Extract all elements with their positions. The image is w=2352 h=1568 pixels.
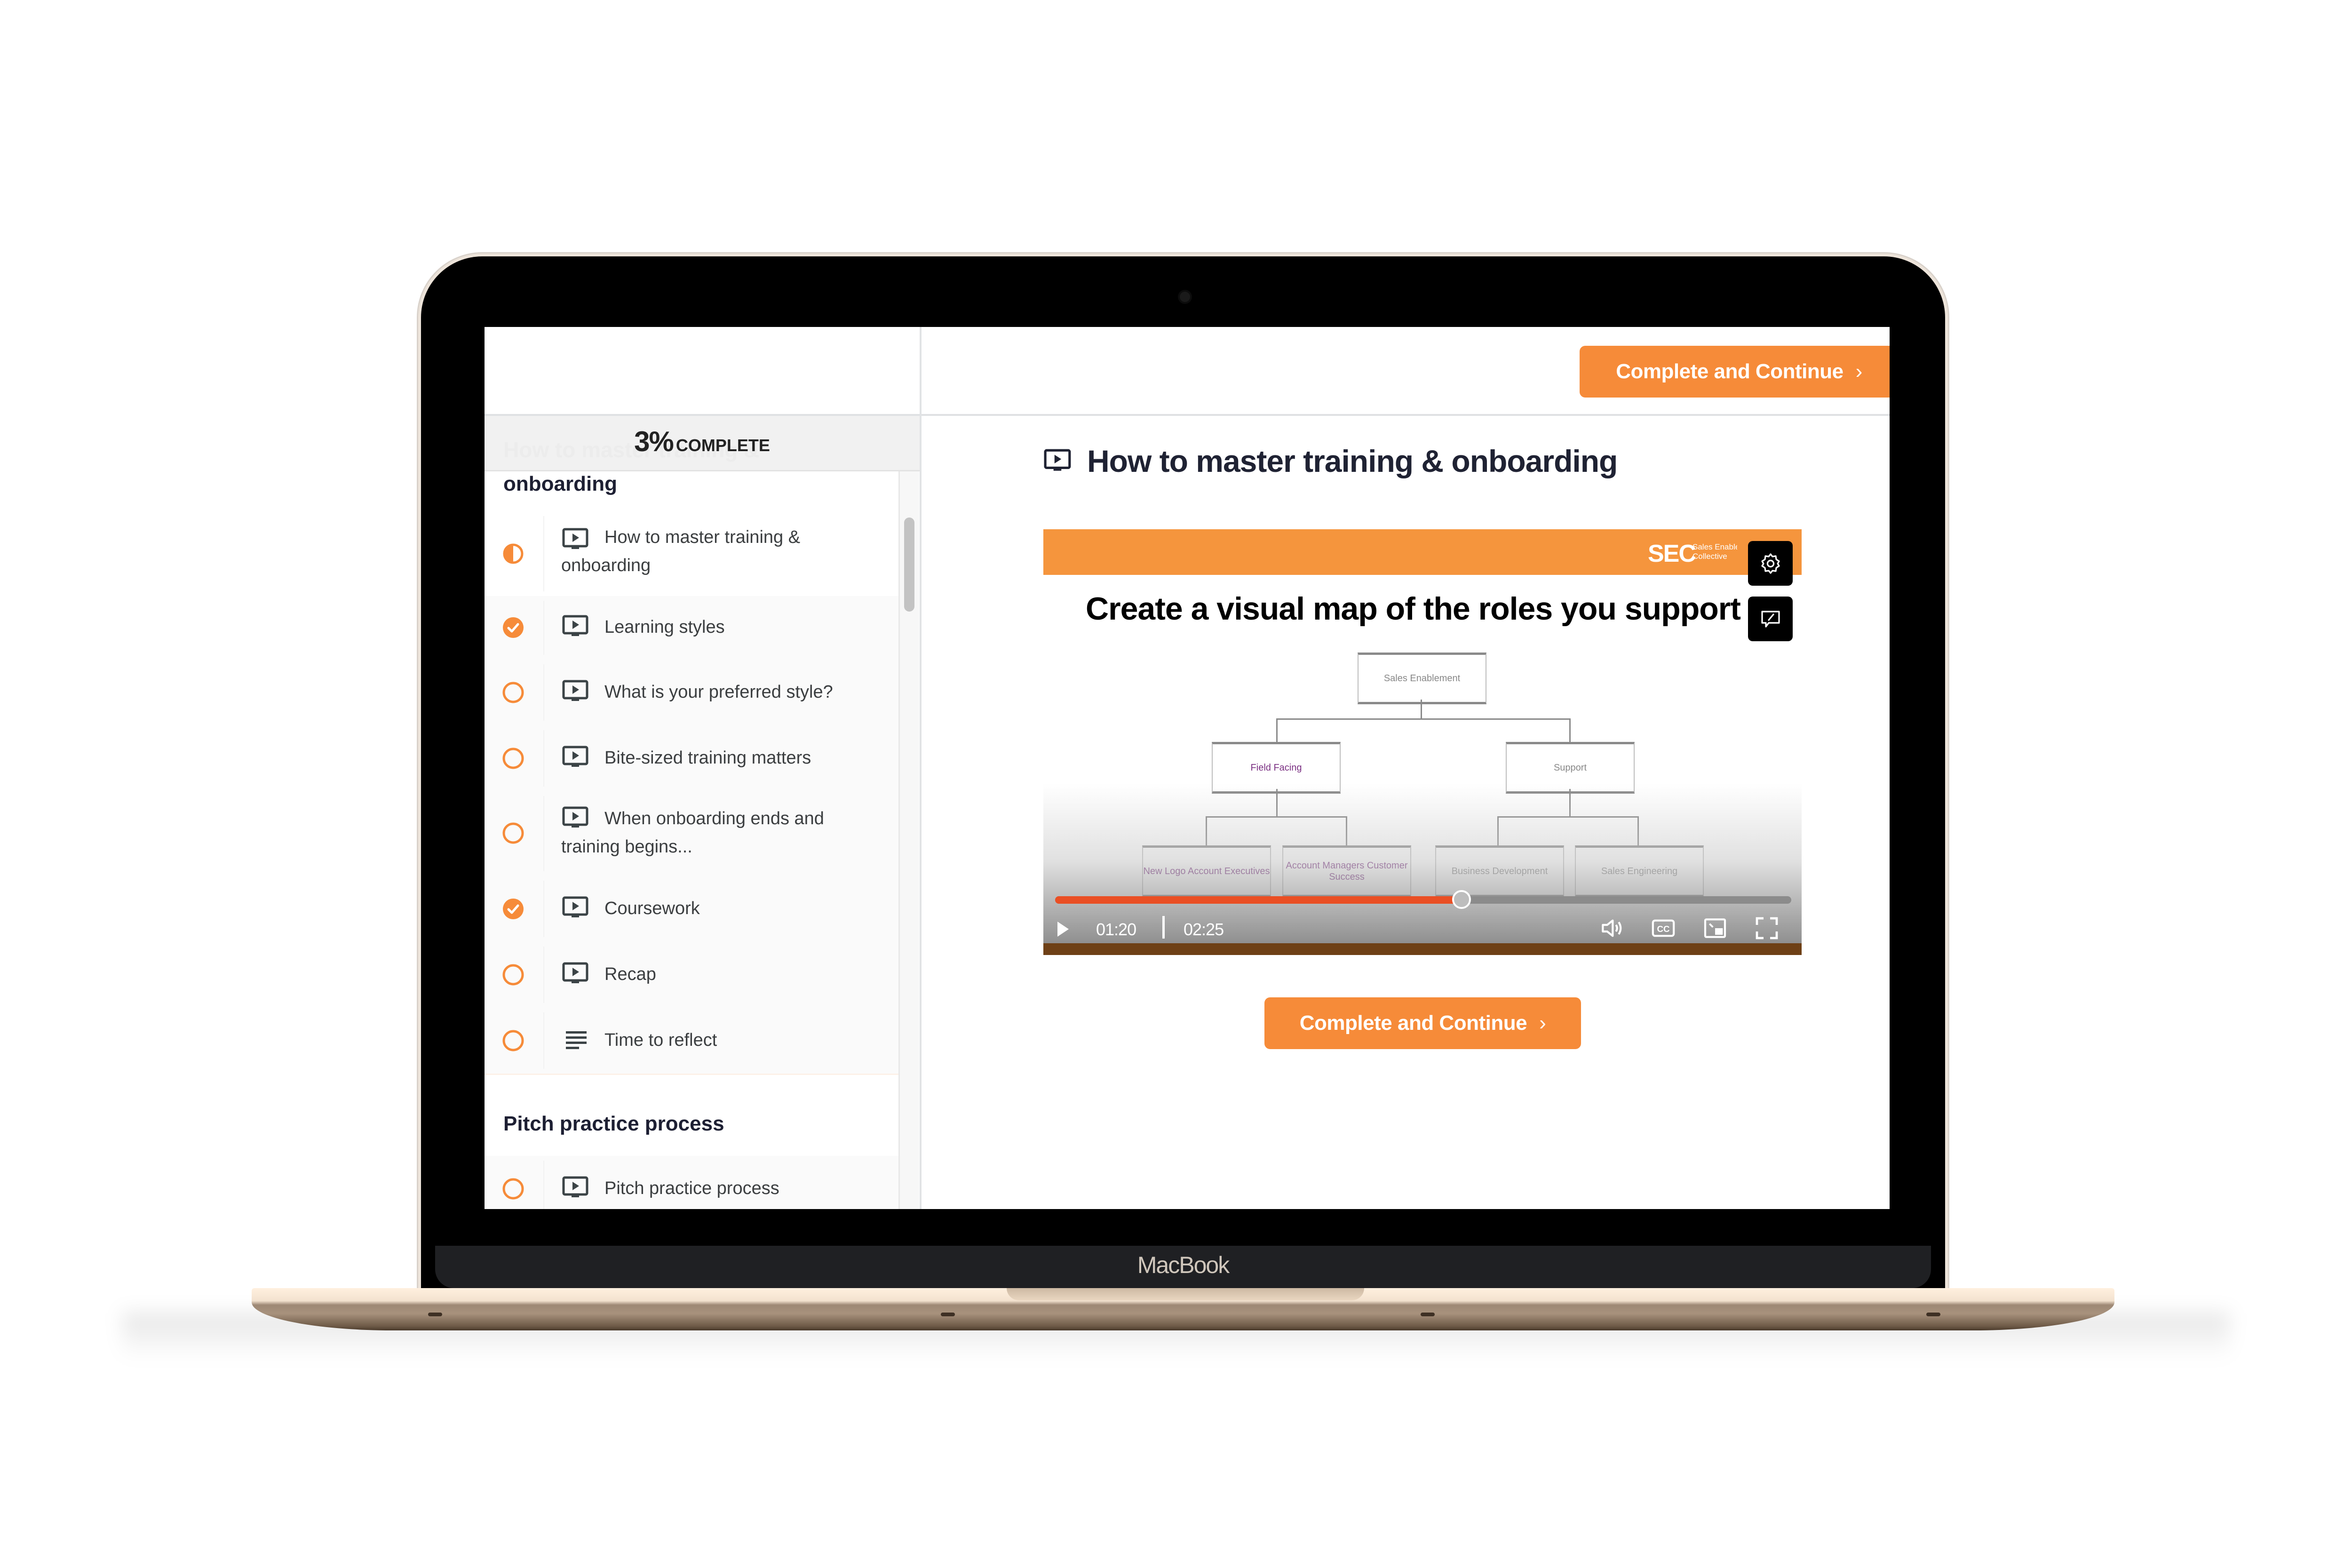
- time-separator: [1162, 916, 1165, 939]
- course-sidebar: How to master training & 3% COMPLETE onbo…: [485, 327, 922, 1209]
- lesson-item[interactable]: Bite-sized training matters: [485, 725, 898, 793]
- annotation-comment-icon: [1761, 610, 1780, 628]
- lesson-item[interactable]: How to master training & onboarding: [485, 511, 898, 597]
- completed-check-icon: [503, 899, 524, 919]
- lesson-title: Learning styles: [604, 617, 725, 637]
- video-icon: [1044, 449, 1071, 471]
- progress-label: 3% COMPLETE: [485, 425, 920, 458]
- chevron-right-icon: ›: [1855, 360, 1863, 383]
- complete-and-continue-button[interactable]: Complete and Continue ›: [1580, 346, 1890, 398]
- lesson-title: How to master training & onboarding: [1087, 444, 1618, 478]
- lesson-title: Pitch practice process: [604, 1178, 779, 1198]
- org-chart-root: Sales Enablement: [1358, 653, 1486, 704]
- current-time: 01:20: [1096, 920, 1136, 939]
- sec-logo-text: Sales Enablement Collective: [1692, 542, 1737, 561]
- lesson-title: Coursework: [604, 899, 700, 918]
- org-connector: [1276, 718, 1278, 742]
- org-connector: [1276, 718, 1570, 720]
- seek-bar-played: [1055, 896, 1462, 904]
- sec-logo-line2: Collective: [1692, 552, 1727, 561]
- duration: 02:25: [1184, 920, 1224, 939]
- lesson-title: How to master training & onboarding: [561, 527, 801, 575]
- webcam: [1180, 292, 1190, 302]
- not-started-status-icon: [502, 1178, 524, 1200]
- divider: [543, 796, 544, 871]
- lesson-heading: How to master training & onboarding: [1044, 443, 1618, 479]
- main-header: Complete and Continue ›: [922, 327, 1890, 416]
- lesson-item[interactable]: Learning styles: [485, 596, 898, 661]
- slide-title: Create a visual map of the roles you sup…: [1086, 591, 1741, 627]
- divider: [543, 664, 544, 721]
- divider: [543, 881, 544, 937]
- not-started-status-icon: [502, 748, 524, 769]
- divider: [543, 516, 544, 591]
- lesson-title: Bite-sized training matters: [604, 748, 811, 768]
- laptop-foot: [941, 1313, 955, 1316]
- chevron-right-icon: ›: [1539, 1011, 1546, 1035]
- complete-and-continue-button-bottom[interactable]: Complete and Continue ›: [1264, 997, 1581, 1049]
- video-frame-bottom: [1043, 943, 1802, 955]
- section-title: Pitch practice process: [503, 1112, 724, 1135]
- divider: [543, 601, 544, 655]
- annotation-button[interactable]: [1748, 597, 1793, 641]
- not-started-status-icon: [502, 682, 524, 703]
- org-connector: [1569, 718, 1571, 742]
- volume-icon[interactable]: [1598, 915, 1625, 941]
- laptop-foot: [1421, 1313, 1435, 1316]
- lesson-title: What is your preferred style?: [604, 682, 833, 702]
- laptop-foot: [1926, 1313, 1940, 1316]
- divider: [543, 947, 544, 1003]
- lesson-title: Time to reflect: [604, 1030, 717, 1050]
- complete-and-continue-label: Complete and Continue: [1616, 360, 1843, 383]
- lesson-item[interactable]: Pitch practice process: [485, 1156, 898, 1209]
- not-started-status-icon: [502, 964, 524, 986]
- divider: [543, 730, 544, 787]
- completed-check-icon: [503, 617, 524, 638]
- lesson-item[interactable]: Time to reflect: [485, 1008, 898, 1075]
- sec-logo-line1: Sales Enablement: [1692, 542, 1737, 551]
- sec-logo: SEC: [1648, 540, 1696, 567]
- sidebar-header: [485, 327, 920, 416]
- lesson-item[interactable]: Recap: [485, 942, 898, 1009]
- closed-captions-icon[interactable]: CC: [1650, 915, 1677, 941]
- divider: [543, 1161, 544, 1209]
- fullscreen-icon[interactable]: [1754, 915, 1780, 941]
- lesson-title: When onboarding ends and training begins…: [561, 809, 824, 857]
- video-player[interactable]: SEC Sales Enablement Collective Create a…: [1043, 529, 1802, 955]
- in-progress-status-icon: [503, 543, 524, 564]
- settings-button[interactable]: [1748, 541, 1793, 586]
- lesson-list: onboarding How to master training & onbo…: [485, 471, 898, 1209]
- controls-gradient: [1043, 783, 1802, 955]
- picture-in-picture-icon[interactable]: [1702, 915, 1728, 941]
- screen: How to master training & 3% COMPLETE onbo…: [485, 327, 1890, 1209]
- not-started-status-icon: [502, 1030, 524, 1051]
- lesson-title: Recap: [604, 964, 656, 984]
- laptop-foot: [428, 1313, 442, 1316]
- svg-text:CC: CC: [1657, 924, 1670, 934]
- device-brand-label: MacBook: [1137, 1252, 1230, 1278]
- lesson-main: Complete and Continue › How to master tr…: [922, 327, 1890, 1209]
- not-started-status-icon: [502, 822, 524, 844]
- sidebar-scrollbar-thumb[interactable]: [904, 517, 914, 612]
- org-connector: [1421, 700, 1422, 718]
- progress-suffix: COMPLETE: [675, 436, 770, 455]
- lesson-item[interactable]: When onboarding ends and training begins…: [485, 791, 898, 877]
- complete-and-continue-label: Complete and Continue: [1299, 1011, 1527, 1035]
- progress-percent: 3%: [634, 426, 674, 457]
- laptop-base-notch: [1007, 1288, 1364, 1300]
- play-icon[interactable]: [1054, 919, 1073, 939]
- lesson-item[interactable]: Coursework: [485, 876, 898, 943]
- lesson-item[interactable]: What is your preferred style?: [485, 660, 898, 727]
- seek-handle[interactable]: [1452, 890, 1471, 909]
- settings-gear-icon: [1761, 553, 1780, 574]
- section-title: onboarding: [503, 472, 617, 495]
- divider: [543, 1012, 544, 1069]
- course-progress: How to master training & 3% COMPLETE: [485, 416, 920, 471]
